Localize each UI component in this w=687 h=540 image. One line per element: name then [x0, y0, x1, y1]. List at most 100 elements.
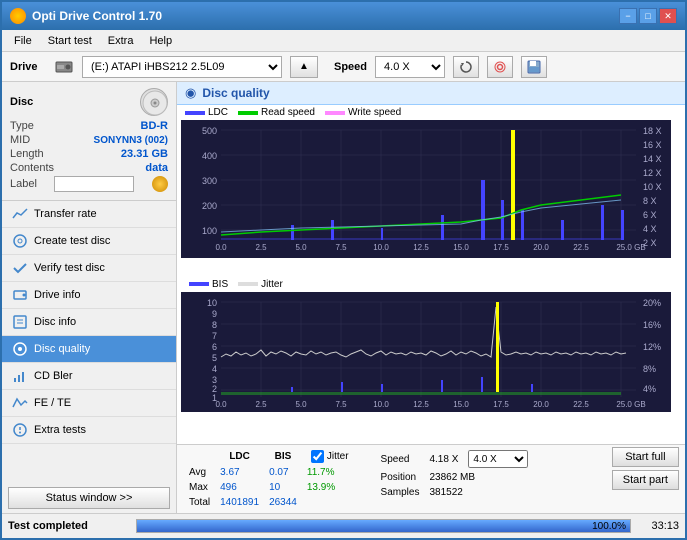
svg-text:4%: 4%	[643, 384, 656, 394]
window-controls: − □ ✕	[619, 8, 677, 24]
svg-text:2.5: 2.5	[255, 400, 267, 409]
extra-tests-icon	[12, 422, 28, 438]
sidebar-item-extra-tests[interactable]: Extra tests	[2, 417, 176, 444]
menu-help[interactable]: Help	[141, 33, 180, 49]
menu-bar: File Start test Extra Help	[2, 30, 685, 52]
sidebar-item-cd-bler[interactable]: CD Bler	[2, 363, 176, 390]
drive-select[interactable]: (E:) ATAPI iHBS212 2.5L09	[82, 56, 282, 78]
drive-icon	[54, 57, 74, 77]
maximize-button[interactable]: □	[639, 8, 657, 24]
svg-text:25.0 GB: 25.0 GB	[616, 243, 645, 252]
length-key: Length	[10, 148, 44, 160]
speed-label-cell: Speed	[377, 449, 424, 469]
disc-info-icon	[12, 314, 28, 330]
position-label: Position	[377, 471, 424, 484]
sidebar-item-verify-test-disc[interactable]: Verify test disc	[2, 255, 176, 282]
minimize-button[interactable]: −	[619, 8, 637, 24]
svg-text:20%: 20%	[643, 298, 661, 308]
menu-file[interactable]: File	[6, 33, 40, 49]
svg-text:0.0: 0.0	[215, 243, 227, 252]
speed-val: 4.18 X	[425, 449, 462, 469]
ldc-legend-label: LDC	[208, 107, 228, 118]
write-speed-legend-label: Write speed	[348, 107, 401, 118]
avg-jitter: 11.7%	[303, 466, 353, 479]
max-ldc: 496	[216, 481, 263, 494]
verify-disc-icon	[12, 260, 28, 276]
time-display: 33:13	[639, 520, 679, 532]
app-icon	[10, 8, 26, 24]
sidebar-item-create-test-disc[interactable]: Create test disc	[2, 228, 176, 255]
svg-text:5.0: 5.0	[295, 400, 307, 409]
label-input[interactable]	[54, 176, 134, 192]
avg-ldc: 3.67	[216, 466, 263, 479]
progress-bar-container: 100.0%	[136, 519, 631, 533]
jitter-checkbox[interactable]	[311, 450, 324, 463]
title-bar: Opti Drive Control 1.70 − □ ✕	[2, 2, 685, 30]
label-icon[interactable]	[152, 176, 168, 192]
start-part-button[interactable]: Start part	[612, 470, 679, 490]
sidebar-item-disc-info[interactable]: Disc info	[2, 309, 176, 336]
disc-section-title: Disc	[10, 96, 33, 108]
speed-dropdown[interactable]: 4.0 X 2.0 X 1.0 X	[468, 450, 528, 468]
refresh-button[interactable]	[453, 56, 479, 78]
svg-text:12.5: 12.5	[413, 400, 429, 409]
sidebar-item-fe-te[interactable]: FE / TE	[2, 390, 176, 417]
svg-text:12.5: 12.5	[413, 243, 429, 252]
speed-select[interactable]: 4.0 X 1.0 X 2.0 X 8.0 X	[375, 56, 445, 78]
type-val: BD-R	[141, 120, 169, 132]
svg-text:500: 500	[202, 126, 217, 136]
ldc-header: LDC	[216, 449, 263, 464]
cd-bler-icon	[12, 368, 28, 384]
jitter-legend-label: Jitter	[261, 279, 283, 290]
drive-info-icon	[12, 287, 28, 303]
svg-text:6: 6	[212, 342, 217, 352]
contents-key: Contents	[10, 162, 54, 174]
fe-te-icon	[12, 395, 28, 411]
eject-button[interactable]: ▲	[290, 56, 318, 78]
sidebar-item-drive-info[interactable]: Drive info	[2, 282, 176, 309]
sidebar-item-disc-quality[interactable]: Disc quality	[2, 336, 176, 363]
menu-start-test[interactable]: Start test	[40, 33, 100, 49]
drive-label: Drive	[10, 61, 46, 73]
avg-label: Avg	[185, 466, 214, 479]
close-button[interactable]: ✕	[659, 8, 677, 24]
menu-extra[interactable]: Extra	[100, 33, 142, 49]
svg-text:17.5: 17.5	[493, 400, 509, 409]
svg-text:0.0: 0.0	[215, 400, 227, 409]
svg-text:12 X: 12 X	[643, 168, 662, 178]
settings-button[interactable]	[487, 56, 513, 78]
status-bar: Test completed 100.0% 33:13	[2, 513, 685, 538]
content-area: ◉ Disc quality LDC Read speed Write spee…	[177, 82, 685, 513]
svg-text:100: 100	[202, 226, 217, 236]
mid-key: MID	[10, 134, 30, 146]
disc-icon	[140, 88, 168, 116]
svg-text:18 X: 18 X	[643, 126, 662, 136]
svg-text:20.0: 20.0	[533, 243, 549, 252]
disc-quality-header: ◉ Disc quality	[177, 82, 685, 105]
type-key: Type	[10, 120, 34, 132]
svg-text:15.0: 15.0	[453, 400, 469, 409]
svg-text:4 X: 4 X	[643, 224, 657, 234]
sidebar: Disc Type BD-R MID SONYNN3 (002	[2, 82, 177, 513]
svg-text:7.5: 7.5	[335, 400, 347, 409]
svg-text:12%: 12%	[643, 342, 661, 352]
svg-text:8%: 8%	[643, 364, 656, 374]
test-completed-label: Test completed	[8, 520, 128, 532]
chart1-container: 500 400 300 200 100 18 X 16 X 14 X 12 X …	[181, 120, 681, 273]
save-button[interactable]	[521, 56, 547, 78]
ldc-legend-color	[185, 111, 205, 115]
samples-val: 381522	[425, 486, 532, 499]
start-full-button[interactable]: Start full	[612, 447, 679, 467]
status-window-button[interactable]: Status window >>	[8, 487, 170, 509]
stats-table: LDC BIS Jitter Avg 3.67 0.07	[183, 447, 355, 511]
sidebar-item-transfer-rate[interactable]: Transfer rate	[2, 201, 176, 228]
charts-area: 500 400 300 200 100 18 X 16 X 14 X 12 X …	[177, 120, 685, 444]
chart1-svg: 500 400 300 200 100 18 X 16 X 14 X 12 X …	[181, 120, 671, 258]
bis-legend-label: BIS	[212, 279, 228, 290]
svg-text:400: 400	[202, 151, 217, 161]
svg-text:17.5: 17.5	[493, 243, 509, 252]
svg-text:8: 8	[212, 320, 217, 330]
svg-text:22.5: 22.5	[573, 243, 589, 252]
svg-text:20.0: 20.0	[533, 400, 549, 409]
chart1-legend: LDC Read speed Write speed	[177, 105, 685, 120]
